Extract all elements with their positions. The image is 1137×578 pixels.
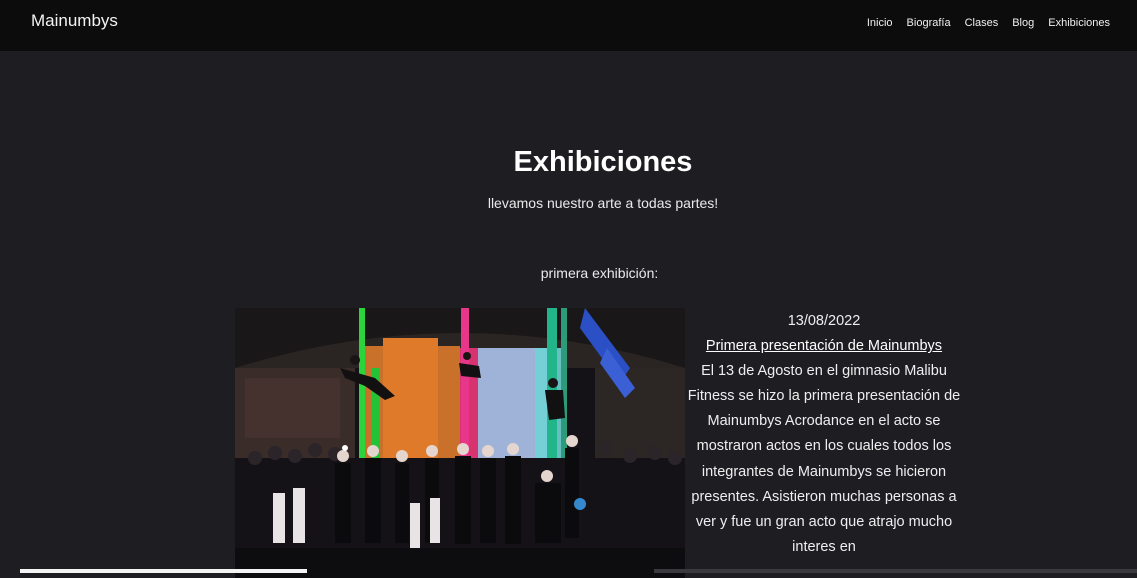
nav-link-inicio[interactable]: Inicio [867, 17, 893, 29]
nav-links: Inicio Biografía Clases Blog Exhibicione… [867, 17, 1110, 29]
top-navbar: Mainumbys Inicio Biografía Clases Blog E… [0, 0, 1137, 51]
event-description: El 13 de Agosto en el gimnasio Malibu Fi… [687, 363, 961, 555]
section-label: primera exhibición: [540, 265, 659, 281]
event-date: 13/08/2022 [787, 313, 861, 329]
nav-link-exhibiciones[interactable]: Exhibiciones [1048, 17, 1110, 29]
page-subtitle: llevamos nuestro arte a todas partes! [487, 195, 719, 211]
horizontal-scrollbar[interactable] [654, 569, 1137, 573]
brand-logo-link[interactable]: Mainumbys [31, 11, 118, 31]
nav-link-blog[interactable]: Blog [1012, 17, 1034, 29]
nav-link-biografia[interactable]: Biografía [907, 17, 951, 29]
nav-link-clases[interactable]: Clases [965, 17, 999, 29]
exhibition-photo-illustration [235, 308, 685, 578]
exhibition-photo [235, 308, 685, 578]
event-title-link[interactable]: Primera presentación de Mainumbys [686, 334, 962, 359]
event-text: 13/08/2022 Primera presentación de Mainu… [686, 309, 962, 560]
bottom-overlay-bar [20, 569, 307, 573]
page-title: Exhibiciones [513, 146, 693, 178]
